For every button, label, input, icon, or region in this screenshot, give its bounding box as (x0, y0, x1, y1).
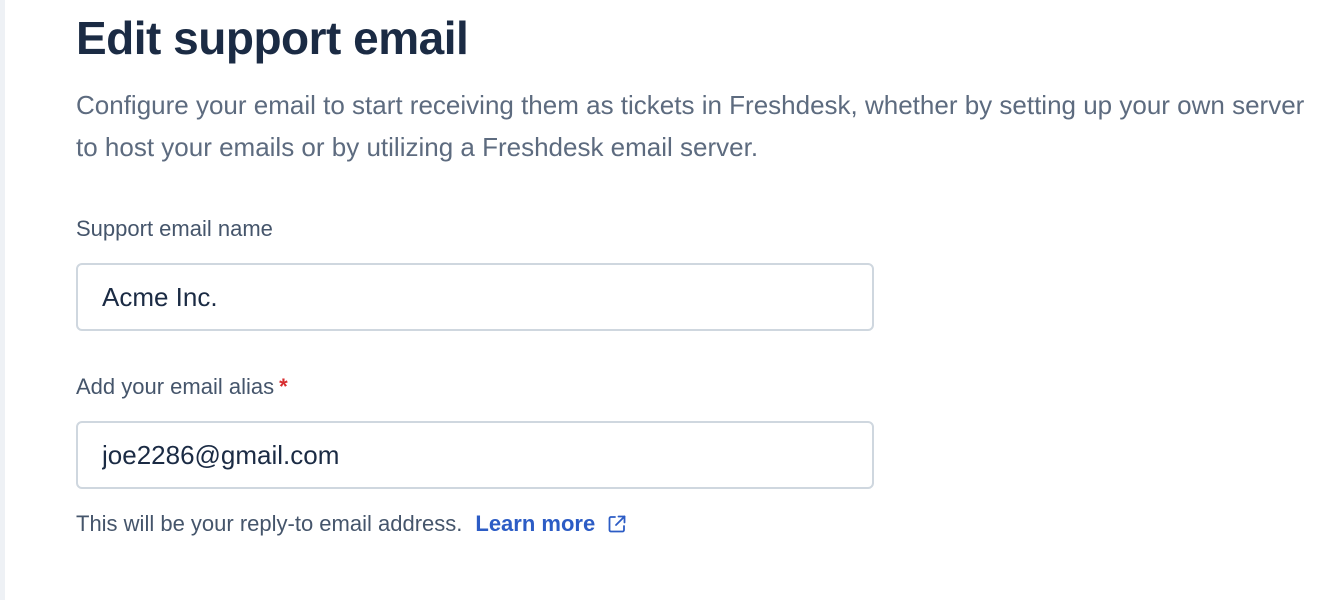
email-alias-label: Add your email alias * (76, 372, 288, 402)
helper-text: This will be your reply-to email address… (76, 511, 463, 536)
email-alias-input[interactable] (76, 421, 874, 489)
external-link-icon (608, 515, 626, 533)
support-email-name-label: Support email name (76, 214, 273, 244)
left-rail (0, 0, 5, 600)
page-title: Edit support email (76, 12, 469, 64)
support-email-name-label-text: Support email name (76, 216, 273, 241)
support-email-name-input[interactable] (76, 263, 874, 331)
email-alias-label-text: Add your email alias (76, 374, 275, 399)
learn-more-link[interactable]: Learn more (475, 508, 627, 540)
email-alias-helper: This will be your reply-to email address… (76, 508, 627, 540)
learn-more-label: Learn more (475, 511, 596, 536)
page-description: Configure your email to start receiving … (76, 90, 1305, 162)
required-marker: * (279, 374, 288, 399)
